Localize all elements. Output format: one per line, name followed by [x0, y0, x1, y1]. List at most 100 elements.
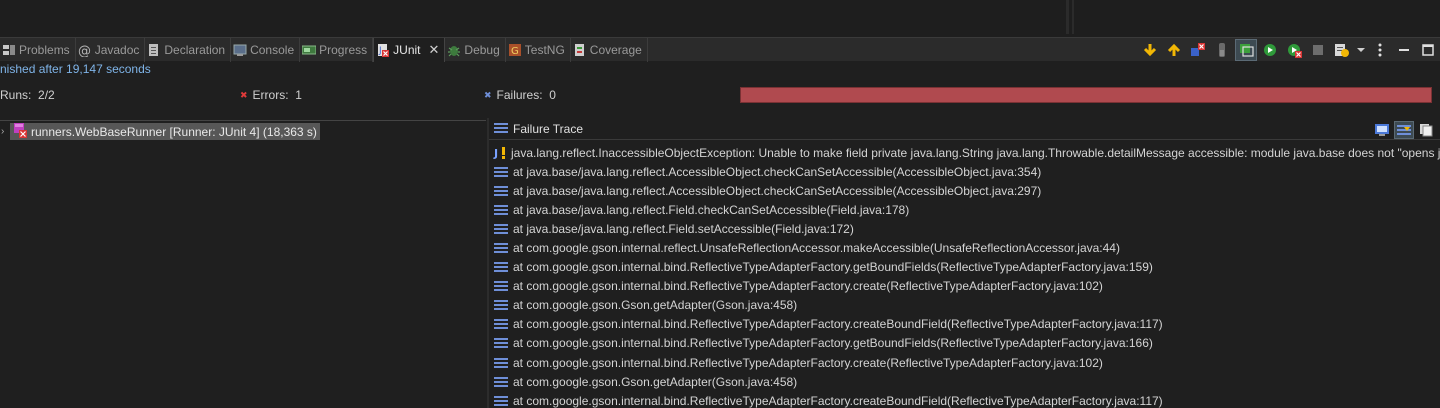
- stack-frame-icon: [493, 222, 509, 236]
- progress-bar: [740, 87, 1432, 103]
- errors-label: Errors:: [252, 88, 289, 102]
- at-icon: @: [78, 43, 92, 57]
- compare-result-icon[interactable]: [1372, 121, 1392, 139]
- stack-frame-icon: [493, 203, 509, 217]
- rerun-failed-first-icon[interactable]: [1283, 39, 1305, 61]
- trace-line[interactable]: at com.google.gson.internal.bind.Reflect…: [493, 334, 1440, 353]
- tab-label: Declaration: [164, 43, 226, 57]
- trace-list: J java.lang.reflect.InaccessibleObjectEx…: [493, 143, 1440, 408]
- tab-console[interactable]: Console: [231, 38, 301, 62]
- stack-frame-icon: [493, 260, 509, 274]
- trace-text: at java.base/java.lang.reflect.Accessibl…: [513, 183, 1042, 198]
- editor-splitter[interactable]: [1066, 0, 1069, 34]
- editor-area: [0, 0, 1440, 37]
- problems-icon: [2, 43, 16, 57]
- tab-label: Debug: [464, 43, 500, 57]
- close-icon[interactable]: ✕: [429, 42, 440, 58]
- stack-frame-icon: [493, 279, 509, 293]
- trace-text: at com.google.gson.Gson.getAdapter(Gson.…: [513, 298, 798, 313]
- history-icon[interactable]: [1235, 39, 1257, 61]
- view-menu-icon[interactable]: [1369, 39, 1391, 61]
- tab-declaration[interactable]: Declaration: [145, 38, 232, 62]
- junit-toolbar: [1138, 38, 1440, 62]
- maximize-icon[interactable]: [1417, 39, 1439, 61]
- junit-error-icon: J: [493, 146, 509, 160]
- svg-text:@: @: [78, 44, 91, 57]
- view-tabs: Problems @ Javadoc Declaration Console P…: [0, 38, 648, 62]
- bug-icon: [447, 43, 461, 57]
- stop-icon[interactable]: [1307, 39, 1329, 61]
- trace-text: at com.google.gson.internal.bind.Reflect…: [513, 393, 1163, 408]
- rerun-test-icon[interactable]: [1259, 39, 1281, 61]
- tab-label: Console: [250, 43, 295, 57]
- stack-frame-icon: [493, 241, 509, 255]
- tab-testng[interactable]: G TestNG: [506, 38, 571, 62]
- show-failures-only-icon[interactable]: [1187, 39, 1209, 61]
- trace-toolbar: [1370, 121, 1436, 139]
- runs-label: Runs:: [0, 88, 32, 102]
- stack-frame-icon: [493, 184, 509, 198]
- coverage-icon: [573, 43, 587, 57]
- next-failure-icon[interactable]: [1139, 39, 1161, 61]
- tab-debug[interactable]: Debug: [445, 38, 506, 62]
- filter-stack-trace-icon[interactable]: [1394, 121, 1414, 139]
- tree-row[interactable]: › runners.WebBaseRunner [Runner: JUnit 4…: [0, 123, 320, 140]
- copy-trace-icon[interactable]: [1416, 121, 1436, 139]
- trace-line[interactable]: at com.google.gson.internal.bind.Reflect…: [493, 391, 1440, 408]
- previous-failure-icon[interactable]: [1163, 39, 1185, 61]
- test-run-history-icon[interactable]: [1331, 39, 1353, 61]
- failure-trace-header: Failure Trace: [489, 119, 1440, 140]
- tab-progress[interactable]: Progress: [300, 38, 374, 62]
- trace-line[interactable]: at com.google.gson.internal.reflect.Unsa…: [493, 238, 1440, 257]
- tab-junit[interactable]: J JUnit ✕: [373, 38, 446, 62]
- errors-value: 1: [295, 88, 302, 102]
- stack-frame-icon: [493, 375, 509, 389]
- trace-text: at java.base/java.lang.reflect.Field.che…: [513, 202, 910, 217]
- scroll-lock-icon[interactable]: [1211, 39, 1233, 61]
- trace-line[interactable]: at java.base/java.lang.reflect.Accessibl…: [493, 181, 1440, 200]
- trace-line[interactable]: at java.base/java.lang.reflect.Accessibl…: [493, 162, 1440, 181]
- trace-line[interactable]: at java.base/java.lang.reflect.Field.che…: [493, 200, 1440, 219]
- tab-problems[interactable]: Problems: [0, 38, 76, 62]
- trace-line[interactable]: at com.google.gson.Gson.getAdapter(Gson.…: [493, 372, 1440, 391]
- declaration-icon: [147, 43, 161, 57]
- editor-splitter-2[interactable]: [1072, 0, 1074, 34]
- minimize-icon[interactable]: [1393, 39, 1415, 61]
- tab-label: Javadoc: [94, 43, 140, 57]
- test-tree: › runners.WebBaseRunner [Runner: JUnit 4…: [0, 120, 486, 408]
- trace-line[interactable]: at com.google.gson.internal.bind.Reflect…: [493, 315, 1440, 334]
- tab-label: Problems: [19, 43, 70, 57]
- tab-label: Coverage: [589, 43, 642, 57]
- trace-text: at com.google.gson.internal.bind.Reflect…: [513, 260, 1153, 275]
- trace-text: java.lang.reflect.InaccessibleObjectExce…: [511, 145, 1440, 160]
- stack-frame-icon: [493, 356, 509, 370]
- runs-counter: Runs: 2/2: [0, 88, 55, 102]
- progress-icon: [302, 43, 317, 57]
- tab-javadoc[interactable]: @ Javadoc: [76, 38, 146, 62]
- console-icon: [233, 43, 247, 57]
- trace-line[interactable]: at com.google.gson.internal.bind.Reflect…: [493, 277, 1440, 296]
- trace-text: at com.google.gson.internal.bind.Reflect…: [513, 336, 1153, 351]
- status-message: nished after 19,147 seconds: [0, 62, 151, 76]
- chevron-down-icon[interactable]: [1355, 39, 1367, 61]
- tree-node-label: runners.WebBaseRunner [Runner: JUnit 4] …: [31, 124, 317, 139]
- trace-line[interactable]: at com.google.gson.internal.bind.Reflect…: [493, 353, 1440, 372]
- view-tab-bar: Problems @ Javadoc Declaration Console P…: [0, 37, 1440, 62]
- trace-line[interactable]: at com.google.gson.Gson.getAdapter(Gson.…: [493, 296, 1440, 315]
- trace-line[interactable]: at com.google.gson.internal.bind.Reflect…: [493, 258, 1440, 277]
- test-suite-error-icon: [12, 122, 28, 141]
- tree-node-selected[interactable]: runners.WebBaseRunner [Runner: JUnit 4] …: [10, 123, 320, 140]
- trace-text: at com.google.gson.internal.bind.Reflect…: [513, 279, 1103, 294]
- tab-coverage[interactable]: Coverage: [571, 38, 648, 62]
- stack-frame-icon: [493, 394, 509, 408]
- failures-value: 0: [549, 88, 556, 102]
- tab-label: TestNG: [524, 43, 565, 57]
- trace-text: at java.base/java.lang.reflect.Field.set…: [513, 221, 854, 236]
- trace-text: at com.google.gson.Gson.getAdapter(Gson.…: [513, 374, 798, 389]
- svg-text:J: J: [378, 46, 382, 56]
- svg-text:J: J: [493, 147, 498, 160]
- tab-label: JUnit: [393, 43, 421, 57]
- trace-line-exception[interactable]: J java.lang.reflect.InaccessibleObjectEx…: [493, 143, 1440, 162]
- failures-label: Failures:: [496, 88, 543, 102]
- trace-line[interactable]: at java.base/java.lang.reflect.Field.set…: [493, 219, 1440, 238]
